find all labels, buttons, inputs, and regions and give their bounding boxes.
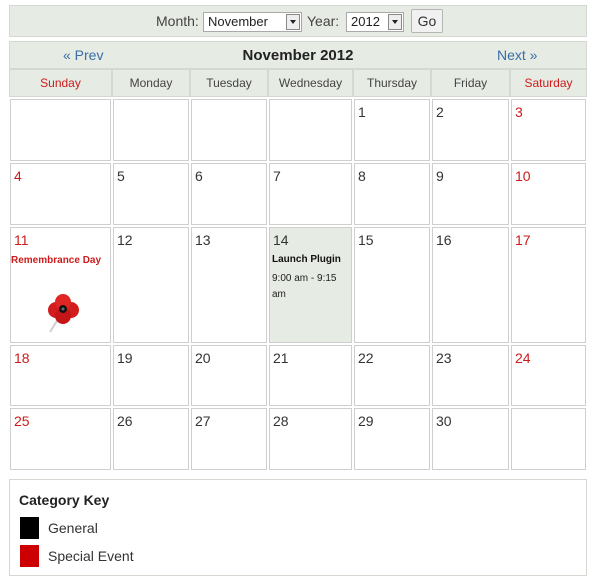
category-swatch-general	[20, 517, 39, 539]
calendar-day[interactable]: 23	[432, 345, 509, 406]
calendar-day[interactable]: 26	[113, 408, 189, 470]
calendar-day-empty	[113, 99, 189, 161]
weekday-header-monday: Monday	[112, 69, 190, 97]
day-number: 16	[436, 232, 452, 248]
category-label-general[interactable]: General	[48, 520, 98, 536]
year-select-value: 2012	[351, 14, 380, 29]
calendar-day[interactable]: 19	[113, 345, 189, 406]
calendar-day[interactable]: 16	[432, 227, 509, 343]
day-number: 12	[117, 232, 133, 248]
calendar-day-empty	[511, 408, 586, 470]
day-number: 23	[436, 350, 452, 366]
calendar-day[interactable]: 12	[113, 227, 189, 343]
calendar-day[interactable]: 9	[432, 163, 509, 225]
calendar-day[interactable]: 27	[191, 408, 267, 470]
day-number: 27	[195, 413, 211, 429]
calendar-day[interactable]: 8	[354, 163, 430, 225]
category-key-title: Category Key	[19, 492, 110, 508]
day-number: 6	[195, 168, 203, 184]
month-nav-bar: « Prev November 2012 Next »	[9, 41, 587, 69]
day-number: 22	[358, 350, 374, 366]
category-label-special-event[interactable]: Special Event	[48, 548, 134, 564]
day-number: 13	[195, 232, 211, 248]
calendar-day[interactable]: 28	[269, 408, 352, 470]
calendar-day[interactable]: 13	[191, 227, 267, 343]
calendar-day-empty	[269, 99, 352, 161]
calendar-day-today[interactable]: 14 Launch Plugin 9:00 am - 9:15 am	[269, 227, 352, 343]
day-number: 20	[195, 350, 211, 366]
calendar-day[interactable]: 21	[269, 345, 352, 406]
category-key-panel: Category Key General Special Event	[9, 479, 587, 576]
month-select[interactable]: November	[203, 12, 302, 32]
day-number: 25	[14, 413, 30, 429]
day-number: 26	[117, 413, 133, 429]
calendar-day[interactable]: 25	[10, 408, 111, 470]
date-picker-bar: Month: November Year: 2012 Go	[9, 5, 587, 37]
day-number: 28	[273, 413, 289, 429]
chevron-down-icon[interactable]	[388, 14, 402, 30]
month-select-value: November	[208, 14, 268, 29]
weekday-header-friday: Friday	[431, 69, 510, 97]
day-number: 7	[273, 168, 281, 184]
event-time: 9:00 am - 9:15 am	[272, 273, 337, 300]
calendar-day[interactable]: 4	[10, 163, 111, 225]
day-number: 30	[436, 413, 452, 429]
day-number: 21	[273, 350, 289, 366]
month-label: Month:	[156, 13, 199, 29]
calendar-day[interactable]: 15	[354, 227, 430, 343]
weekday-header-thursday: Thursday	[353, 69, 431, 97]
calendar-day[interactable]: 2	[432, 99, 509, 161]
calendar-day[interactable]: 3	[511, 99, 586, 161]
day-number: 5	[117, 168, 125, 184]
weekday-header-sunday: Sunday	[9, 69, 112, 97]
year-label: Year:	[307, 13, 340, 29]
go-button[interactable]: Go	[411, 9, 443, 33]
day-number: 1	[358, 104, 366, 120]
day-number: 10	[515, 168, 531, 184]
calendar-day[interactable]: 18	[10, 345, 111, 406]
calendar-day-empty	[10, 99, 111, 161]
day-number: 24	[515, 350, 531, 366]
event-title-link[interactable]: Launch Plugin	[272, 254, 341, 265]
calendar-day[interactable]: 20	[191, 345, 267, 406]
calendar-day[interactable]: 29	[354, 408, 430, 470]
calendar-day[interactable]: 6	[191, 163, 267, 225]
holiday-link[interactable]: Remembrance Day	[11, 253, 111, 269]
calendar-day[interactable]: 7	[269, 163, 352, 225]
calendar-day[interactable]: 30	[432, 408, 509, 470]
day-number: 3	[515, 104, 523, 120]
calendar-day[interactable]: 17	[511, 227, 586, 343]
day-number: 8	[358, 168, 366, 184]
chevron-down-icon[interactable]	[286, 14, 300, 30]
weekday-header-saturday: Saturday	[510, 69, 587, 97]
day-number: 9	[436, 168, 444, 184]
next-month-link[interactable]: Next »	[497, 47, 537, 63]
weekday-header-wednesday: Wednesday	[268, 69, 353, 97]
day-number: 15	[358, 232, 374, 248]
year-select[interactable]: 2012	[346, 12, 404, 32]
poppy-icon	[48, 294, 79, 333]
calendar-day[interactable]: 22	[354, 345, 430, 406]
calendar-day[interactable]: 11 Remembrance Day	[10, 227, 111, 343]
weekday-header-tuesday: Tuesday	[190, 69, 268, 97]
day-number: 19	[117, 350, 133, 366]
day-number: 17	[515, 232, 531, 248]
category-swatch-special-event	[20, 545, 39, 567]
calendar-day[interactable]: 5	[113, 163, 189, 225]
day-number: 4	[14, 168, 22, 184]
day-number: 14	[273, 232, 289, 248]
calendar-day[interactable]: 24	[511, 345, 586, 406]
calendar-day[interactable]: 10	[511, 163, 586, 225]
day-number: 11	[14, 232, 29, 248]
day-number: 18	[14, 350, 30, 366]
day-number: 29	[358, 413, 374, 429]
calendar-day[interactable]: 1	[354, 99, 430, 161]
calendar-day-empty	[191, 99, 267, 161]
day-number: 2	[436, 104, 444, 120]
